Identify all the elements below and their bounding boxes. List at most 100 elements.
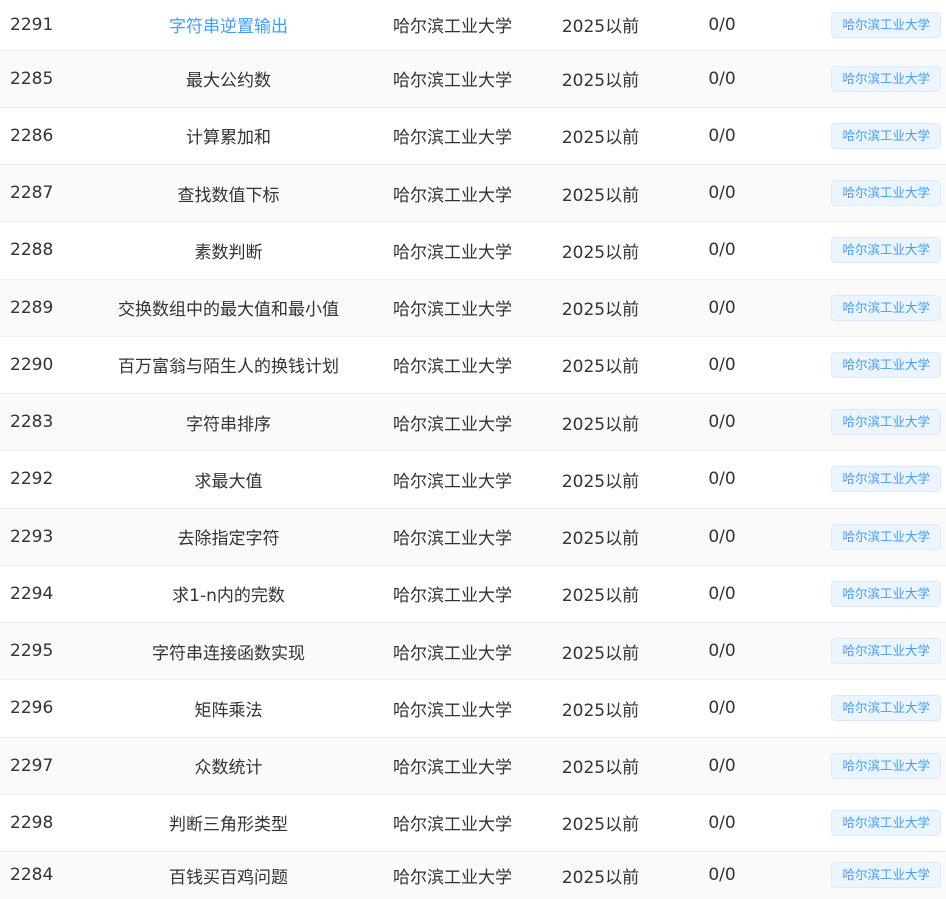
table-row[interactable]: 2293 去除指定字符 哈尔滨工业大学 2025以前 0/0 哈尔滨工业大学 [0,508,946,566]
problem-year-cell: 2025以前 [538,393,663,452]
problem-tag[interactable]: 哈尔滨工业大学 [831,180,941,207]
problem-id-cell: 2290 [0,336,90,395]
problem-year: 2025以前 [561,300,640,321]
problem-tag[interactable]: 哈尔滨工业大学 [831,11,941,38]
table-row[interactable]: 2287 查找数值下标 哈尔滨工业大学 2025以前 0/0 哈尔滨工业大学 [0,164,946,223]
problem-source: 哈尔滨工业大学 [393,300,512,321]
problem-list-body: 2291 字符串逆置输出 哈尔滨工业大学 2025以前 0/0 哈尔滨工业大学 2285 最大… [0,0,946,899]
problem-title-link[interactable]: 交换数组中的最大值和最小值 [118,300,339,320]
problem-tag[interactable]: 哈尔滨工业大学 [831,638,941,665]
problem-title-link[interactable]: 求1-n内的完数 [172,586,285,606]
problem-id-cell: 2296 [0,679,90,738]
problem-source: 哈尔滨工业大学 [393,242,512,263]
problem-source-cell: 哈尔滨工业大学 [367,279,538,337]
problem-source-cell: 哈尔滨工业大学 [367,851,538,899]
problem-source-cell: 哈尔滨工业大学 [367,508,538,566]
problem-year-cell: 2025以前 [538,794,663,853]
table-row[interactable]: 2296 矩阵乘法 哈尔滨工业大学 2025以前 0/0 哈尔滨工业大学 [0,679,946,738]
problem-year-cell: 2025以前 [538,737,663,795]
table-row[interactable]: 2285 最大公约数 哈尔滨工业大学 2025以前 0/0 哈尔滨工业大学 [0,50,946,108]
problem-id-cell: 2286 [0,107,90,166]
problem-title-link[interactable]: 百万富翁与陌生人的换钱计划 [118,357,339,377]
problem-id-cell: 2284 [0,851,90,899]
problem-tag-cell: 哈尔滨工业大学 [781,164,946,223]
problem-title-link[interactable]: 众数统计 [195,758,263,778]
problem-id: 2298 [10,812,54,833]
problem-tag[interactable]: 哈尔滨工业大学 [831,466,941,493]
problem-id: 2284 [10,865,54,886]
problem-id: 2287 [10,183,54,204]
problem-stat: 0/0 [708,812,736,833]
problem-year: 2025以前 [561,758,640,779]
problem-title-link[interactable]: 最大公约数 [186,71,271,91]
table-row[interactable]: 2290 百万富翁与陌生人的换钱计划 哈尔滨工业大学 2025以前 0/0 哈尔滨工业大学 [0,336,946,395]
problem-title-link[interactable]: 计算累加和 [186,128,271,148]
problem-tag-cell: 哈尔滨工业大学 [781,336,946,395]
problem-id-cell: 2283 [0,393,90,452]
table-row[interactable]: 2298 判断三角形类型 哈尔滨工业大学 2025以前 0/0 哈尔滨工业大学 [0,794,946,853]
problem-tag[interactable]: 哈尔滨工业大学 [831,351,941,378]
table-row[interactable]: 2295 字符串连接函数实现 哈尔滨工业大学 2025以前 0/0 哈尔滨工业大学 [0,622,946,681]
problem-year-cell: 2025以前 [538,851,663,899]
problem-title-link-cell: 素数判断 [90,221,367,280]
problem-title-link[interactable]: 判断三角形类型 [169,815,288,835]
problem-year-cell: 2025以前 [538,565,663,624]
table-row[interactable]: 2294 求1-n内的完数 哈尔滨工业大学 2025以前 0/0 哈尔滨工业大学 [0,565,946,624]
problem-tag[interactable]: 哈尔滨工业大学 [831,294,941,321]
problem-tag[interactable]: 哈尔滨工业大学 [831,523,941,550]
problem-year: 2025以前 [561,71,640,92]
problem-title-link[interactable]: 素数判断 [195,243,263,263]
problem-stat-cell: 0/0 [663,565,781,624]
problem-year: 2025以前 [561,815,640,836]
problem-tag[interactable]: 哈尔滨工业大学 [831,237,941,264]
problem-tag[interactable]: 哈尔滨工业大学 [831,409,941,436]
problem-stat-cell: 0/0 [663,279,781,337]
table-row[interactable]: 2286 计算累加和 哈尔滨工业大学 2025以前 0/0 哈尔滨工业大学 [0,107,946,166]
problem-tag[interactable]: 哈尔滨工业大学 [831,809,941,836]
problem-tag[interactable]: 哈尔滨工业大学 [831,752,941,779]
problem-stat: 0/0 [708,583,736,604]
table-row[interactable]: 2288 素数判断 哈尔滨工业大学 2025以前 0/0 哈尔滨工业大学 [0,221,946,280]
problem-id: 2288 [10,240,54,261]
problem-title-link[interactable]: 求最大值 [195,472,263,492]
problem-source-cell: 哈尔滨工业大学 [367,679,538,738]
problem-source-cell: 哈尔滨工业大学 [367,737,538,795]
problem-id-cell: 2295 [0,622,90,681]
problem-title-link-cell: 众数统计 [90,737,367,795]
problem-stat: 0/0 [708,698,736,719]
problem-stat: 0/0 [708,240,736,261]
problem-year-cell: 2025以前 [538,508,663,566]
problem-source: 哈尔滨工业大学 [393,529,512,550]
problem-stat-cell: 0/0 [663,0,781,51]
problem-source: 哈尔滨工业大学 [393,128,512,149]
table-row[interactable]: 2291 字符串逆置输出 哈尔滨工业大学 2025以前 0/0 哈尔滨工业大学 [0,0,946,51]
problem-title-link[interactable]: 百钱买百鸡问题 [169,868,288,888]
table-row[interactable]: 2289 交换数组中的最大值和最小值 哈尔滨工业大学 2025以前 0/0 哈尔滨工业大学 [0,279,946,337]
problem-stat: 0/0 [708,526,736,547]
table-row[interactable]: 2284 百钱买百鸡问题 哈尔滨工业大学 2025以前 0/0 哈尔滨工业大学 [0,851,946,899]
table-row[interactable]: 2292 求最大值 哈尔滨工业大学 2025以前 0/0 哈尔滨工业大学 [0,450,946,509]
problem-tag[interactable]: 哈尔滨工业大学 [831,695,941,722]
problem-title-link[interactable]: 字符串逆置输出 [169,17,288,37]
problem-tag[interactable]: 哈尔滨工业大学 [831,65,941,92]
problem-year: 2025以前 [561,414,640,435]
problem-title-link-cell: 最大公约数 [90,50,367,108]
problem-title-link[interactable]: 矩阵乘法 [195,701,263,721]
problem-title-link[interactable]: 去除指定字符 [178,529,280,549]
problem-source: 哈尔滨工业大学 [393,17,512,38]
problem-tag[interactable]: 哈尔滨工业大学 [831,862,941,889]
problem-tag[interactable]: 哈尔滨工业大学 [831,580,941,607]
problem-tag[interactable]: 哈尔滨工业大学 [831,122,941,149]
problem-source: 哈尔滨工业大学 [393,185,512,206]
problem-title-link-cell: 判断三角形类型 [90,794,367,853]
problem-source: 哈尔滨工业大学 [393,758,512,779]
problem-title-link[interactable]: 字符串排序 [186,415,271,435]
problem-title-link[interactable]: 字符串连接函数实现 [152,644,305,664]
problem-id-cell: 2291 [0,0,90,51]
problem-id: 2294 [10,583,54,604]
table-row[interactable]: 2283 字符串排序 哈尔滨工业大学 2025以前 0/0 哈尔滨工业大学 [0,393,946,452]
problem-title-link[interactable]: 查找数值下标 [178,186,280,206]
problem-tag-cell: 哈尔滨工业大学 [781,279,946,337]
table-row[interactable]: 2297 众数统计 哈尔滨工业大学 2025以前 0/0 哈尔滨工业大学 [0,737,946,795]
problem-id: 2295 [10,641,54,662]
